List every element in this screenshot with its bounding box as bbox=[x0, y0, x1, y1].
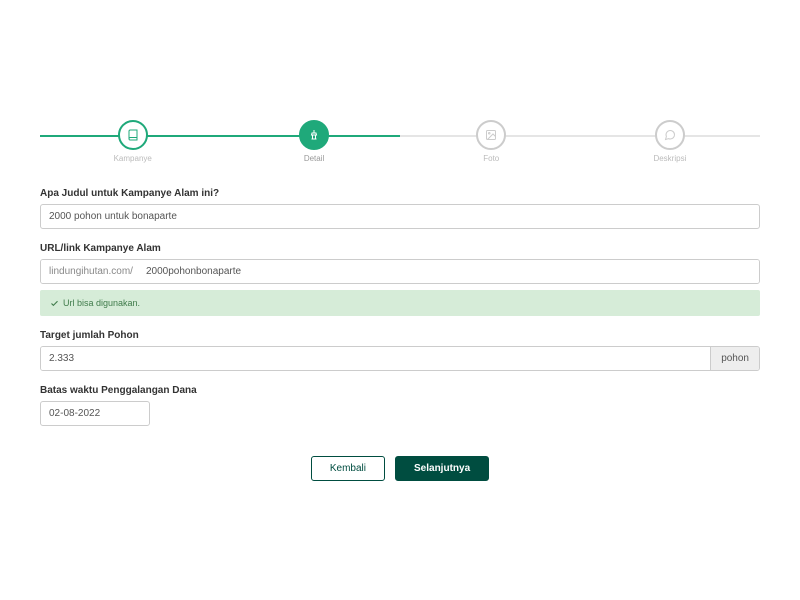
step-label: Kampanye bbox=[114, 154, 152, 163]
target-input-group: pohon bbox=[40, 346, 760, 371]
step-label: Foto bbox=[483, 154, 499, 163]
url-input-group: lindungihutan.com/ bbox=[40, 259, 760, 284]
title-input[interactable] bbox=[40, 204, 760, 229]
url-feedback-alert: Url bisa digunakan. bbox=[40, 290, 760, 316]
url-input[interactable] bbox=[142, 260, 759, 283]
url-label: URL/link Kampanye Alam bbox=[40, 243, 760, 254]
step-detail[interactable]: Detail bbox=[299, 120, 329, 163]
step-kampanye[interactable]: Kampanye bbox=[114, 120, 152, 163]
chat-icon bbox=[655, 120, 685, 150]
url-feedback-text: Url bisa digunakan. bbox=[63, 298, 140, 308]
url-prefix: lindungihutan.com/ bbox=[41, 260, 142, 283]
brush-icon bbox=[299, 120, 329, 150]
check-icon bbox=[50, 299, 59, 308]
step-label: Deskripsi bbox=[653, 154, 686, 163]
stepper: Kampanye Detail Foto Deskripsi bbox=[40, 120, 760, 163]
title-label: Apa Judul untuk Kampanye Alam ini? bbox=[40, 188, 760, 199]
book-icon bbox=[118, 120, 148, 150]
next-button[interactable]: Selanjutnya bbox=[395, 456, 489, 481]
deadline-label: Batas waktu Penggalangan Dana bbox=[40, 385, 760, 396]
step-deskripsi[interactable]: Deskripsi bbox=[653, 120, 686, 163]
target-suffix: pohon bbox=[710, 347, 759, 370]
target-label: Target jumlah Pohon bbox=[40, 330, 760, 341]
back-button[interactable]: Kembali bbox=[311, 456, 385, 481]
step-label: Detail bbox=[304, 154, 324, 163]
button-row: Kembali Selanjutnya bbox=[40, 456, 760, 481]
image-icon bbox=[476, 120, 506, 150]
target-input[interactable] bbox=[41, 347, 710, 370]
deadline-input[interactable] bbox=[40, 401, 150, 426]
step-foto[interactable]: Foto bbox=[476, 120, 506, 163]
